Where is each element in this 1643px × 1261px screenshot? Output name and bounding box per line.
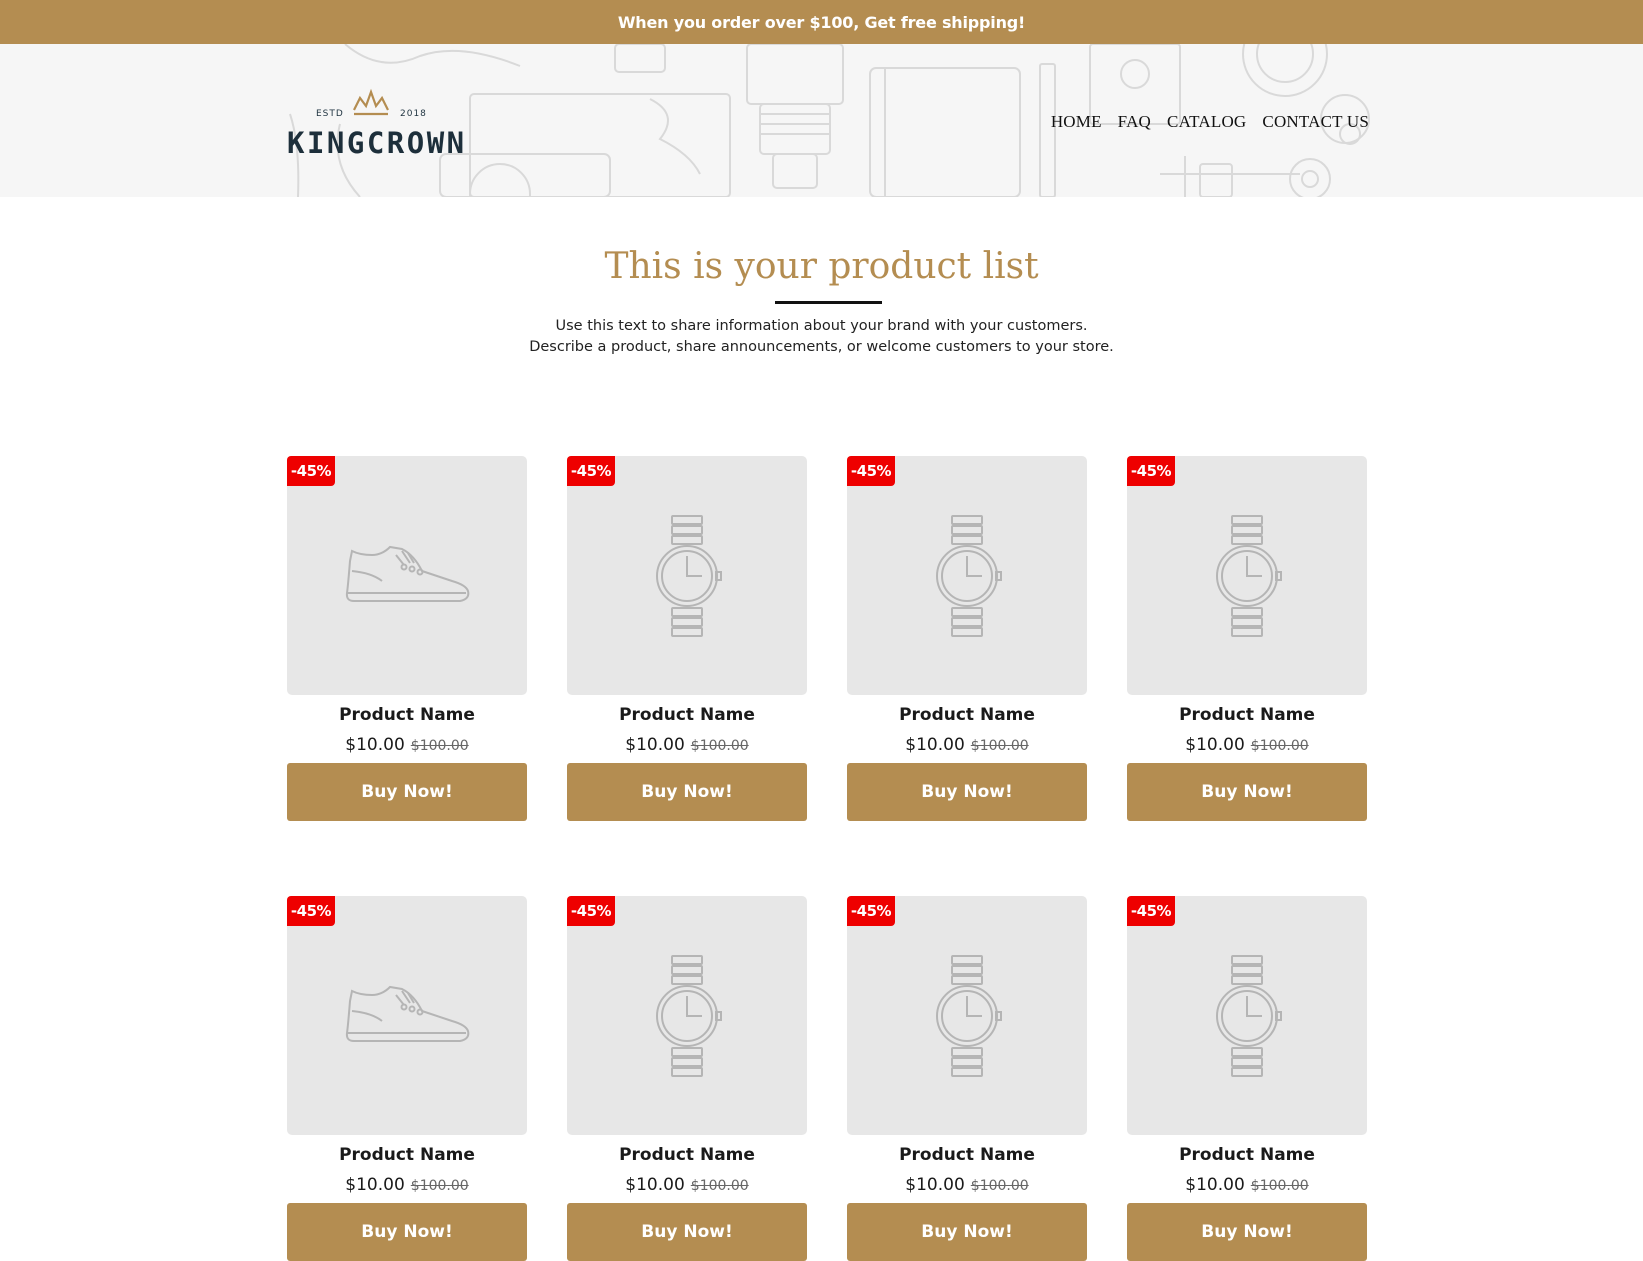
discount-badge: -45% (567, 456, 615, 486)
product-price: $10.00 (1185, 735, 1245, 755)
buy-now-button[interactable]: Buy Now! (287, 763, 527, 821)
product-image[interactable]: -45% (287, 896, 527, 1135)
product-image[interactable]: -45% (567, 896, 807, 1135)
discount-badge: -45% (567, 896, 615, 926)
section-text-line-1: Use this text to share information about… (555, 318, 1088, 334)
product-price: $10.00 (345, 1175, 405, 1195)
product-name[interactable]: Product Name (567, 705, 807, 725)
price-row: $10.00 $100.00 (567, 1175, 807, 1195)
logo-year-label: 2018 (400, 109, 427, 119)
product-name[interactable]: Product Name (1127, 705, 1367, 725)
nav-home[interactable]: HOME (1051, 112, 1102, 132)
buy-now-button[interactable]: Buy Now! (1127, 1203, 1367, 1261)
section-text-line-2: Describe a product, share announcements,… (529, 339, 1114, 355)
section-title: This is your product list (604, 246, 1039, 287)
buy-now-button[interactable]: Buy Now! (287, 1203, 527, 1261)
product-card[interactable]: -45% Product Name $10.00 $100.00 Buy Now! (1127, 456, 1367, 821)
hero-background-illustration (289, 44, 1370, 197)
compare-price: $100.00 (410, 1178, 469, 1194)
watch-icon (1216, 954, 1282, 1077)
product-name[interactable]: Product Name (847, 1145, 1087, 1165)
buy-now-button[interactable]: Buy Now! (567, 1203, 807, 1261)
compare-price: $100.00 (1250, 738, 1309, 754)
product-price: $10.00 (625, 735, 685, 755)
product-image[interactable]: -45% (1127, 896, 1367, 1135)
compare-price: $100.00 (970, 738, 1029, 754)
product-image[interactable]: -45% (847, 896, 1087, 1135)
product-card[interactable]: -45% Product Name $10.00 $100.00 Buy Now! (1127, 896, 1367, 1261)
main-nav: HOME FAQ CATALOG CONTACT US (1051, 112, 1369, 132)
compare-price: $100.00 (690, 738, 749, 754)
product-image[interactable]: -45% (1127, 456, 1367, 695)
nav-catalog[interactable]: CATALOG (1167, 112, 1246, 132)
product-price: $10.00 (905, 735, 965, 755)
crown-icon (353, 88, 389, 116)
discount-badge: -45% (847, 456, 895, 486)
compare-price: $100.00 (410, 738, 469, 754)
section-description: Use this text to share information about… (0, 316, 1643, 358)
price-row: $10.00 $100.00 (567, 735, 807, 755)
product-image[interactable]: -45% (567, 456, 807, 695)
discount-badge: -45% (287, 456, 335, 486)
compare-price: $100.00 (970, 1178, 1029, 1194)
product-card[interactable]: -45% Product Name $10.00 $100.00 Buy Now! (567, 896, 807, 1261)
price-row: $10.00 $100.00 (1127, 735, 1367, 755)
brand-logo[interactable]: ESTD 2018 KINGCROWN (287, 44, 467, 197)
title-divider (775, 301, 882, 304)
product-card[interactable]: -45% Product Name $10.00 $100.00 Buy Now! (847, 456, 1087, 821)
product-image[interactable]: -45% (847, 456, 1087, 695)
nav-contact-us[interactable]: CONTACT US (1262, 112, 1369, 132)
watch-icon (656, 514, 722, 637)
buy-now-button[interactable]: Buy Now! (847, 763, 1087, 821)
product-price: $10.00 (905, 1175, 965, 1195)
product-name[interactable]: Product Name (567, 1145, 807, 1165)
watch-icon (936, 514, 1002, 637)
price-row: $10.00 $100.00 (287, 735, 527, 755)
price-row: $10.00 $100.00 (1127, 1175, 1367, 1195)
announcement-bar: When you order over $100, Get free shipp… (0, 0, 1643, 44)
compare-price: $100.00 (1250, 1178, 1309, 1194)
logo-estd-label: ESTD (316, 109, 344, 119)
watch-icon (656, 954, 722, 1077)
product-name[interactable]: Product Name (287, 705, 527, 725)
discount-badge: -45% (1127, 896, 1175, 926)
discount-badge: -45% (1127, 456, 1175, 486)
announcement-text: When you order over $100, Get free shipp… (617, 12, 1026, 32)
logo-wordmark: KINGCROWN (287, 126, 467, 160)
price-row: $10.00 $100.00 (847, 1175, 1087, 1195)
product-card[interactable]: -45% Product Name $10.00 $100.00 Buy Now! (287, 456, 527, 821)
compare-price: $100.00 (690, 1178, 749, 1194)
watch-icon (936, 954, 1002, 1077)
nav-faq[interactable]: FAQ (1118, 112, 1151, 132)
product-price: $10.00 (1185, 1175, 1245, 1195)
product-name[interactable]: Product Name (287, 1145, 527, 1165)
discount-badge: -45% (847, 896, 895, 926)
buy-now-button[interactable]: Buy Now! (567, 763, 807, 821)
product-image[interactable]: -45% (287, 456, 527, 695)
discount-badge: -45% (287, 896, 335, 926)
sneaker-icon (345, 985, 470, 1042)
product-card[interactable]: -45% Product Name $10.00 $100.00 Buy Now! (287, 896, 527, 1261)
price-row: $10.00 $100.00 (287, 1175, 527, 1195)
product-price: $10.00 (625, 1175, 685, 1195)
product-card[interactable]: -45% Product Name $10.00 $100.00 Buy Now! (567, 456, 807, 821)
sneaker-icon (345, 545, 470, 602)
product-price: $10.00 (345, 735, 405, 755)
buy-now-button[interactable]: Buy Now! (847, 1203, 1087, 1261)
product-name[interactable]: Product Name (847, 705, 1087, 725)
product-name[interactable]: Product Name (1127, 1145, 1367, 1165)
header-hero: ESTD 2018 KINGCROWN HOME FAQ CATALOG CON… (0, 44, 1643, 197)
buy-now-button[interactable]: Buy Now! (1127, 763, 1367, 821)
price-row: $10.00 $100.00 (847, 735, 1087, 755)
watch-icon (1216, 514, 1282, 637)
product-card[interactable]: -45% Product Name $10.00 $100.00 Buy Now! (847, 896, 1087, 1261)
